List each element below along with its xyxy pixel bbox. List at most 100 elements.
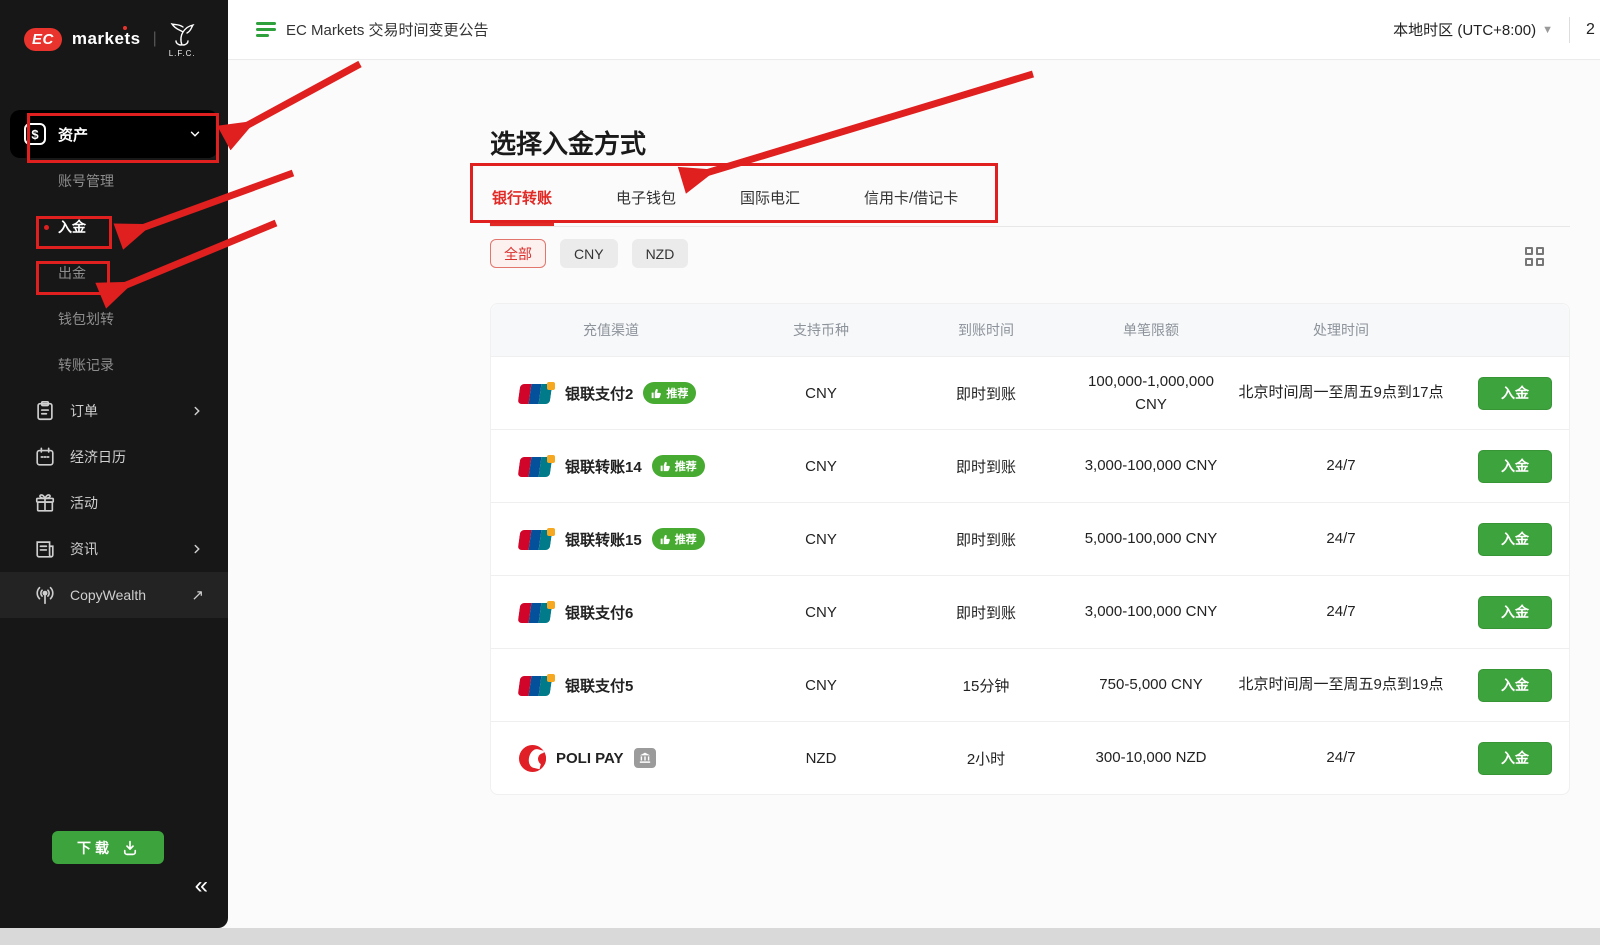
unionpay-logo xyxy=(519,601,555,624)
unionpay-logo xyxy=(519,382,555,405)
topbar-right: 本地时区 (UTC+8:00) ▼ 2 xyxy=(1393,17,1600,43)
topbar-divider xyxy=(1569,17,1570,43)
announcement-list-icon xyxy=(256,22,276,37)
collapse-sidebar-button[interactable]: « xyxy=(195,874,208,898)
sidebar-item-label: 资讯 xyxy=(70,539,190,559)
deposit-button[interactable]: 入金 xyxy=(1478,377,1552,410)
sidebar-item-label: 账号管理 xyxy=(58,171,114,191)
currency-cell: NZD xyxy=(741,750,901,767)
lfc-label: L.F.C. xyxy=(169,49,196,58)
limit-cell: 3,000-100,000 CNY xyxy=(1085,600,1218,623)
processing-time-cell: 北京时间周一至周五9点到17点 xyxy=(1238,381,1443,404)
download-button[interactable]: 下载 xyxy=(52,831,164,864)
assets-dollar-icon: $ xyxy=(24,123,46,145)
column-header: 支持币种 xyxy=(741,320,901,340)
column-header: 单笔限额 xyxy=(1071,320,1231,340)
sidebar-item-news[interactable]: 资讯 xyxy=(0,526,228,572)
logo-separator: | xyxy=(153,30,157,48)
deposit-button[interactable]: 入金 xyxy=(1478,523,1552,556)
timezone-selector[interactable]: 本地时区 (UTC+8:00) ▼ xyxy=(1393,19,1553,40)
bank-icon xyxy=(639,752,651,764)
sidebar-item-account-management[interactable]: 账号管理 xyxy=(0,158,228,204)
ec-logo-icon: EC xyxy=(24,28,62,51)
grid-view-toggle-icon[interactable] xyxy=(1525,247,1547,269)
announcement-bar[interactable]: EC Markets 交易时间变更公告 xyxy=(256,19,489,40)
sidebar-item-withdraw[interactable]: 出金 xyxy=(0,250,228,296)
arrival-time-cell: 即时到账 xyxy=(901,383,1071,404)
sidebar-item-label: 转账记录 xyxy=(58,355,114,375)
brand-logo[interactable]: EC markets | L.F.C. xyxy=(0,0,228,62)
sidebar-item-orders[interactable]: 订单 xyxy=(0,388,228,434)
signal-icon xyxy=(34,584,56,606)
sidebar-item-label: 入金 xyxy=(58,217,86,237)
timezone-label: 本地时区 (UTC+8:00) xyxy=(1393,19,1536,40)
sidebar-item-label: CopyWealth xyxy=(70,587,191,603)
page-bottom-strip xyxy=(0,928,1600,945)
channel-cell: 银联支付5 xyxy=(491,674,741,697)
arrival-time-cell: 15分钟 xyxy=(901,675,1071,696)
limit-cell: 100,000-1,000,000 CNY xyxy=(1074,370,1229,417)
deposit-button[interactable]: 入金 xyxy=(1478,450,1552,483)
arrival-time-cell: 2小时 xyxy=(901,748,1071,769)
table-row: 银联转账14推荐CNY即时到账3,000-100,000 CNY24/7入金 xyxy=(491,429,1569,502)
deposit-button[interactable]: 入金 xyxy=(1478,742,1552,775)
channel-cell: 银联支付2 推荐 xyxy=(491,382,741,405)
recommended-label: 推荐 xyxy=(666,385,688,401)
sidebar-item-label: 活动 xyxy=(70,493,204,513)
recommended-badge: 推荐 xyxy=(643,382,696,404)
page-title: 选择入金方式 xyxy=(490,124,646,161)
recommended-badge: 推荐 xyxy=(652,528,705,550)
arrival-time-cell: 即时到账 xyxy=(901,602,1071,623)
deposit-button[interactable]: 入金 xyxy=(1478,596,1552,629)
caret-down-icon: ▼ xyxy=(1542,24,1553,36)
column-header: 充值渠道 xyxy=(491,320,741,340)
tab-e-wallet[interactable]: 电子钱包 xyxy=(614,173,678,226)
thumbs-up-icon xyxy=(651,388,662,399)
thumbs-up-icon xyxy=(660,461,671,472)
filter-chip-cny[interactable]: CNY xyxy=(560,239,618,268)
tab-bank-transfer[interactable]: 银行转账 xyxy=(490,173,554,226)
sidebar: EC markets | L.F.C. $ 资产 账号管理 入金 xyxy=(0,0,228,928)
unionpay-logo xyxy=(519,528,555,551)
sidebar-item-deposit[interactable]: 入金 xyxy=(0,204,228,250)
sidebar-item-assets[interactable]: $ 资产 xyxy=(10,110,218,158)
sidebar-menu: $ 资产 账号管理 入金 出金 钱包划转 转账记录 订单 xyxy=(0,110,228,618)
external-link-icon: ↗ xyxy=(191,586,204,604)
deposit-button[interactable]: 入金 xyxy=(1478,669,1552,702)
limit-cell: 5,000-100,000 CNY xyxy=(1085,527,1218,550)
sidebar-item-copywealth[interactable]: CopyWealth ↗ xyxy=(0,572,228,618)
processing-time-cell: 北京时间周一至周五9点到19点 xyxy=(1238,673,1443,696)
column-header: 处理时间 xyxy=(1231,320,1451,340)
gift-icon xyxy=(34,492,56,514)
channel-name: 银联支付6 xyxy=(565,602,633,623)
download-icon xyxy=(121,839,139,857)
chevron-down-icon xyxy=(188,127,202,141)
deposit-page: EC markets | L.F.C. $ 资产 账号管理 入金 xyxy=(0,0,1600,945)
filter-chip-nzd[interactable]: NZD xyxy=(632,239,689,268)
sidebar-item-wallet-transfer[interactable]: 钱包划转 xyxy=(0,296,228,342)
sidebar-item-promotions[interactable]: 活动 xyxy=(0,480,228,526)
lfc-liverbird-icon: L.F.C. xyxy=(169,20,196,58)
recommended-label: 推荐 xyxy=(675,531,697,547)
table-row: POLI PAYNZD2小时300-10,000 NZD24/7入金 xyxy=(491,721,1569,794)
table-header-row: 充值渠道 支持币种 到账时间 单笔限额 处理时间 xyxy=(491,304,1569,356)
sidebar-item-label: 经济日历 xyxy=(70,447,204,467)
chevron-right-icon xyxy=(190,404,204,418)
table-row: 银联转账15推荐CNY即时到账5,000-100,000 CNY24/7入金 xyxy=(491,502,1569,575)
tab-credit-debit-card[interactable]: 信用卡/借记卡 xyxy=(862,173,960,226)
processing-time-cell: 24/7 xyxy=(1326,527,1355,550)
tab-international-wire[interactable]: 国际电汇 xyxy=(738,173,802,226)
sidebar-item-economic-calendar[interactable]: 经济日历 xyxy=(0,434,228,480)
channel-name: 银联转账15 xyxy=(565,529,642,550)
newspaper-icon xyxy=(34,538,56,560)
limit-cell: 3,000-100,000 CNY xyxy=(1085,454,1218,477)
channel-name: POLI PAY xyxy=(556,750,624,767)
channel-name: 银联支付2 xyxy=(565,383,633,404)
currency-cell: CNY xyxy=(741,458,901,475)
filter-chip-all[interactable]: 全部 xyxy=(490,239,546,268)
download-label: 下载 xyxy=(77,838,113,858)
unionpay-logo xyxy=(519,455,555,478)
deposit-method-tabs: 银行转账 电子钱包 国际电汇 信用卡/借记卡 xyxy=(490,173,1570,227)
sidebar-item-transfer-records[interactable]: 转账记录 xyxy=(0,342,228,388)
active-dot xyxy=(44,225,49,230)
